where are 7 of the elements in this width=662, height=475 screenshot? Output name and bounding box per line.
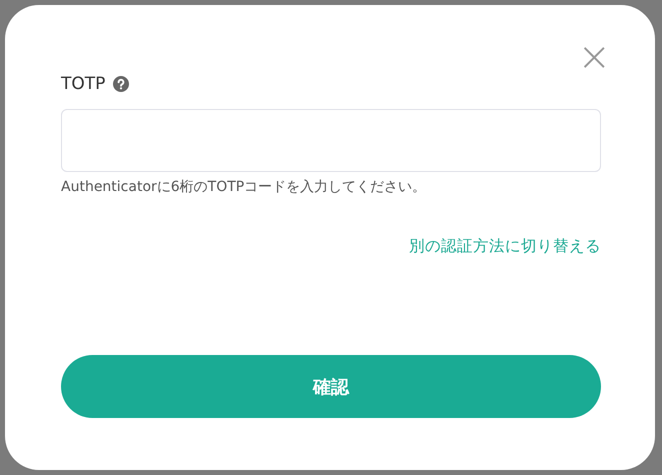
hint-text: Authenticatorに6桁のTOTPコードを入力してください。 (61, 178, 428, 196)
field-label: TOTP (61, 74, 106, 94)
close-button[interactable]: × (577, 39, 611, 75)
help-icon[interactable] (113, 76, 130, 92)
input-field[interactable] (61, 109, 601, 172)
switch-method-link[interactable]: 別の認証方法に切り替える (409, 236, 601, 257)
confirm-button[interactable]: 確認 (61, 355, 601, 418)
